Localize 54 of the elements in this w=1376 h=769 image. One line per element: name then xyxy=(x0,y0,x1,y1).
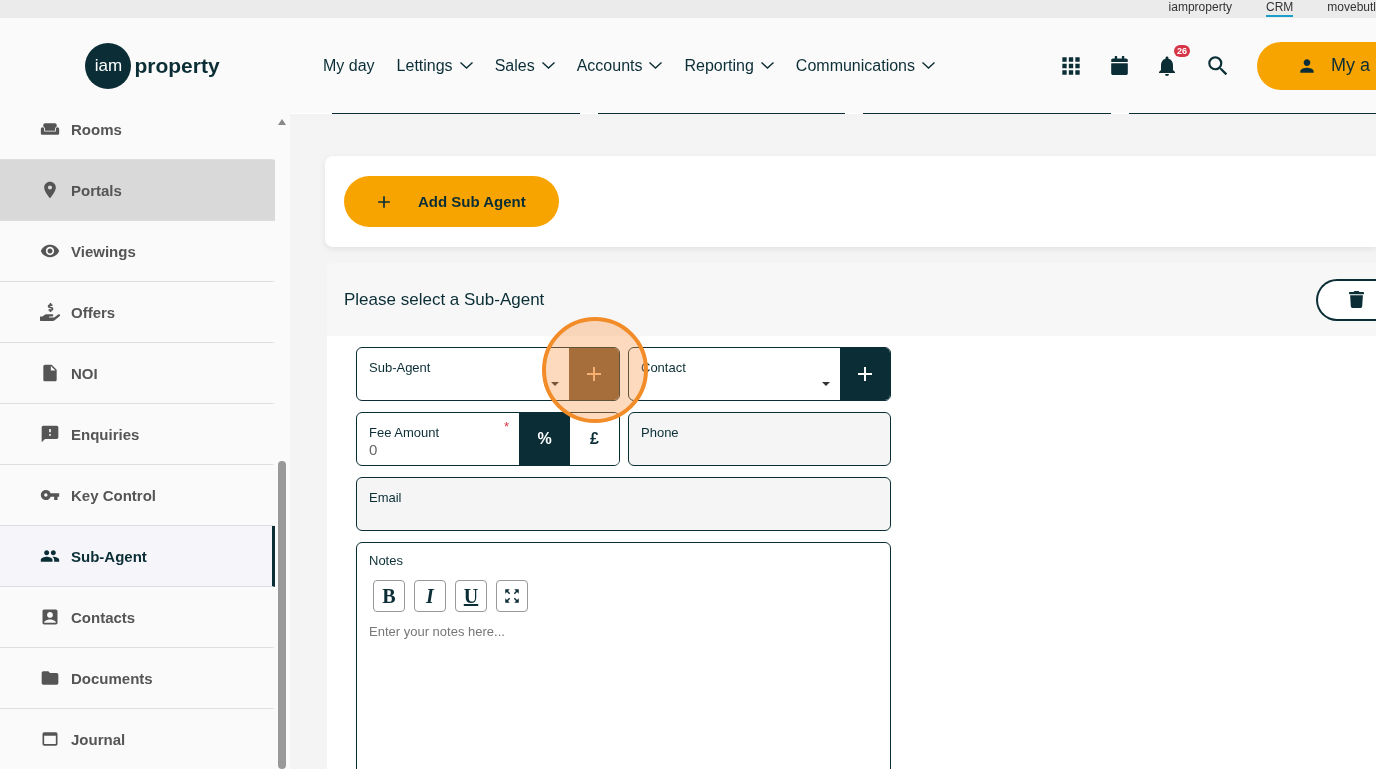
trash-icon xyxy=(1348,291,1365,308)
contact-card-icon xyxy=(40,607,60,627)
chat-icon xyxy=(40,424,60,444)
notes-field[interactable]: Notes B I U Enter your notes here... xyxy=(356,542,891,769)
field-label: Email xyxy=(369,490,402,505)
nav-menu-item[interactable]: Sales xyxy=(494,56,555,75)
panel-title: Please select a Sub-Agent xyxy=(344,289,545,310)
folder-icon xyxy=(40,668,60,688)
add-sub-agent-button[interactable]: Add Sub Agent xyxy=(344,176,559,227)
expand-icon xyxy=(503,587,521,605)
file-icon xyxy=(40,363,60,383)
delete-button[interactable] xyxy=(1316,278,1376,321)
expand-button[interactable] xyxy=(496,580,528,612)
calendar-icon[interactable] xyxy=(1110,56,1129,75)
sidebar-item[interactable]: Enquiries xyxy=(0,404,275,465)
fee-value: 0 xyxy=(369,441,378,458)
field-label: Phone xyxy=(641,425,679,440)
email-field[interactable]: Email xyxy=(356,477,891,531)
logo[interactable]: iam property xyxy=(85,42,220,89)
bold-button[interactable]: B xyxy=(373,580,405,612)
top-link[interactable]: movebutl xyxy=(1327,0,1376,17)
field-label: Sub-Agent xyxy=(369,360,431,375)
account-button[interactable]: My a xyxy=(1257,41,1376,90)
sidebar-item[interactable]: Portals xyxy=(0,160,275,221)
sub-agent-select[interactable]: Sub-Agent xyxy=(356,347,620,401)
window-icon xyxy=(40,729,60,749)
dropdown-caret-icon xyxy=(551,382,559,386)
nav-menu-item[interactable]: Reporting xyxy=(684,56,774,75)
sidebar-item[interactable]: Documents xyxy=(0,648,275,709)
sidebar-item[interactable]: Offers xyxy=(0,282,275,343)
field-label: Notes xyxy=(369,553,404,568)
unit-toggle[interactable]: % xyxy=(519,413,569,465)
italic-button[interactable]: I xyxy=(414,580,446,612)
nav-menu-item[interactable]: Lettings xyxy=(396,56,473,75)
nav-menu-item[interactable]: My day xyxy=(323,56,375,75)
sidebar-item[interactable]: Journal xyxy=(0,709,275,769)
field-label: Fee Amount xyxy=(369,425,440,440)
required-asterisk: * xyxy=(503,419,509,434)
nav-menu-item[interactable]: Communications xyxy=(795,56,935,75)
sidebar-item[interactable]: Contacts xyxy=(0,587,275,648)
top-link[interactable]: iamproperty xyxy=(1168,0,1232,17)
dropdown-caret-icon xyxy=(822,382,830,386)
underline-button[interactable]: U xyxy=(455,580,487,612)
phone-field[interactable]: Phone xyxy=(628,412,891,466)
sidebar-item[interactable]: Viewings xyxy=(0,221,275,282)
unit-toggle[interactable]: £ xyxy=(569,413,619,465)
sidebar-item[interactable]: NOI xyxy=(0,343,275,404)
fee-amount-field[interactable]: Fee Amount * 0 % £ xyxy=(356,412,620,466)
notification-count: 26 xyxy=(1174,44,1190,57)
nav-menu-item[interactable]: Accounts xyxy=(576,56,663,75)
scrollbar-thumb[interactable] xyxy=(278,461,286,769)
add-contact-plus-button[interactable] xyxy=(840,348,890,400)
sidebar-item[interactable]: Sub-Agent xyxy=(0,526,275,587)
hand-coin-icon xyxy=(40,302,60,322)
